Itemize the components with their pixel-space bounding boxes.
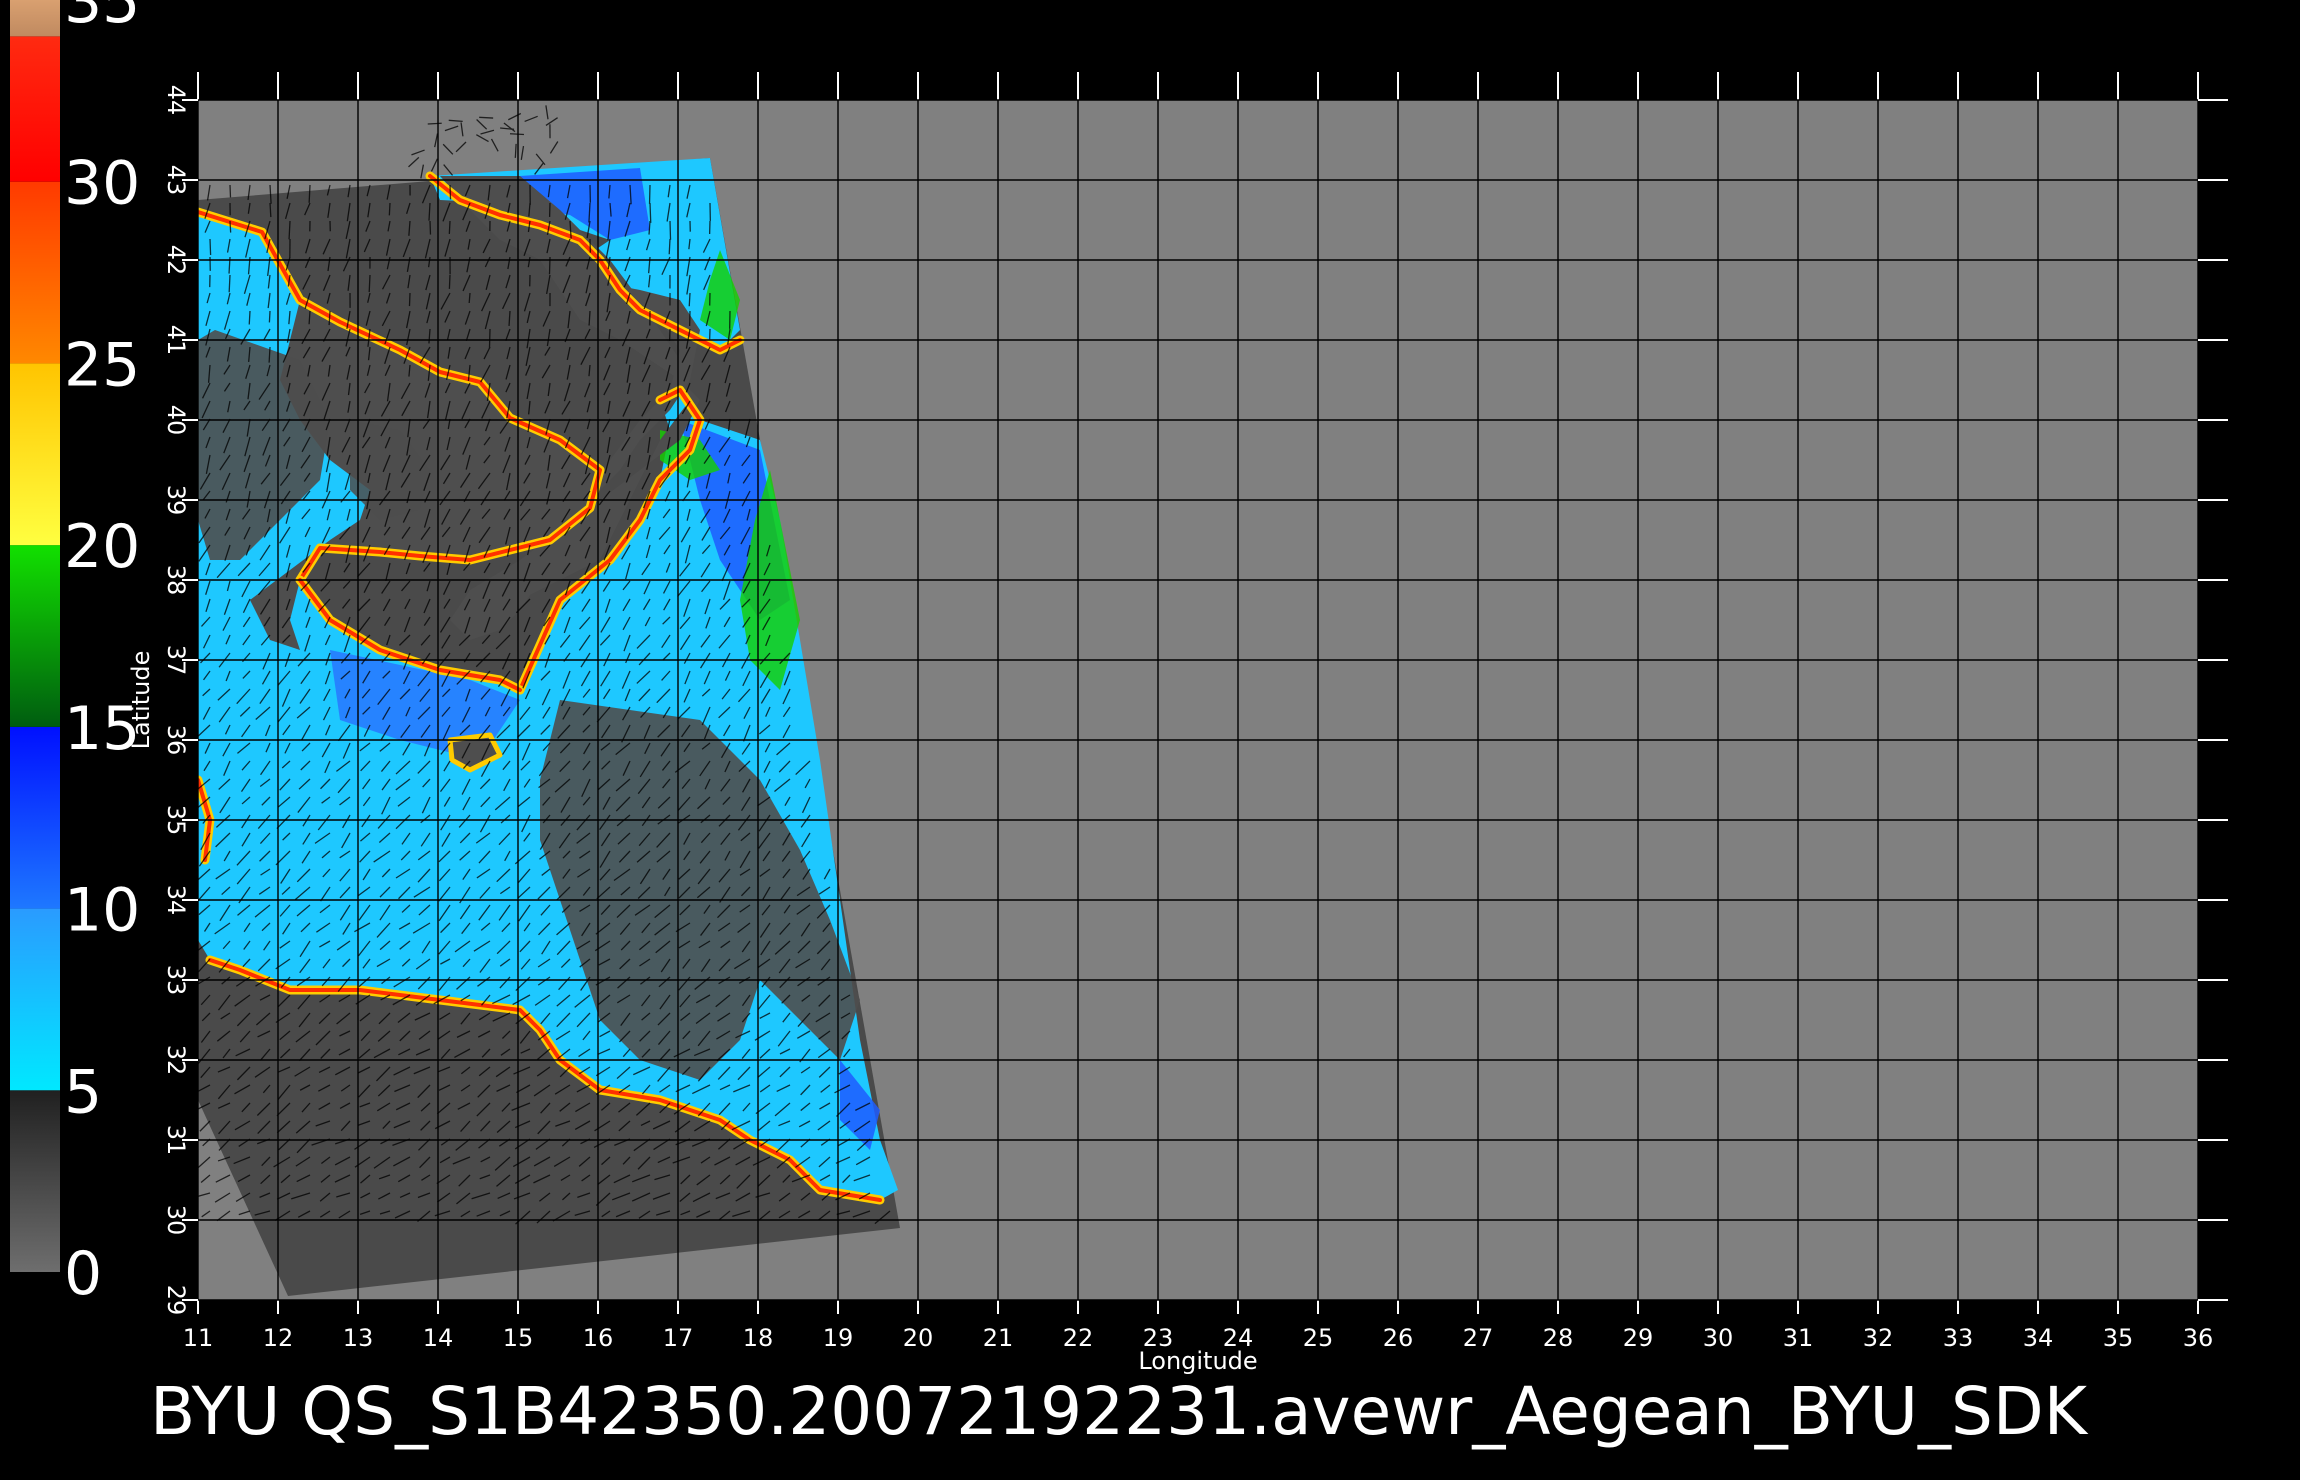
wind-vector [669,220,672,240]
colorbar-label: 10 [64,876,140,946]
longitude-tick-label: 20 [903,1324,934,1352]
wind-vector [668,238,671,255]
longitude-tick-label: 14 [423,1324,454,1352]
latitude-tick-label: 33 [162,965,190,996]
colorbar-label: 20 [64,512,140,582]
x-axis-title: Longitude [1138,1347,1257,1375]
latitude-tick-label: 31 [162,1125,190,1156]
colorbar-segment [10,726,60,909]
wind-vector [388,202,391,216]
colorbar-segment [10,36,60,182]
longitude-tick-label: 13 [343,1324,374,1352]
colorbar-segment [10,1090,60,1272]
latitude-tick-label: 36 [162,725,190,756]
colorbar-segment [10,181,60,364]
longitude-tick-label: 30 [1703,1324,1734,1352]
longitude-tick-label: 18 [743,1324,774,1352]
latitude-tick-label: 39 [162,485,190,516]
longitude-tick-label: 35 [2103,1324,2134,1352]
longitude-tick-label: 32 [1863,1324,1894,1352]
colorbar-label: 25 [64,330,140,400]
colorbar-label: 0 [64,1239,102,1309]
latitude-tick-label: 37 [162,645,190,676]
wind-vector [269,202,272,218]
longitude-tick-label: 27 [1463,1324,1494,1352]
wind-vector [448,274,451,289]
wind-vector [509,133,525,136]
latitude-tick-label: 44 [162,85,190,116]
colorbar-segment [10,908,60,1091]
latitude-tick-label: 38 [162,565,190,596]
longitude-tick-label: 22 [1063,1324,1094,1352]
longitude-tick-label: 29 [1623,1324,1654,1352]
wind-vector [268,310,271,323]
wind-vector [488,328,491,349]
latitude-tick-label: 32 [162,1045,190,1076]
wind-vector [328,310,331,326]
wind-vector [449,184,452,200]
longitude-tick-label: 17 [663,1324,694,1352]
colorbar-label: 5 [64,1057,102,1127]
longitude-tick-label: 21 [983,1324,1014,1352]
longitude-tick-label: 19 [823,1324,854,1352]
latitude-tick-label: 42 [162,245,190,276]
wind-vector [588,310,591,326]
y-axis-title: Latitude [127,651,155,750]
latitude-tick-label: 41 [162,325,190,356]
longitude-tick-label: 25 [1303,1324,1334,1352]
wind-vector [479,116,494,119]
latitude-tick-label: 40 [162,405,190,436]
colorbar-segment [10,363,60,546]
colorbar-segment [10,0,60,37]
latitude-tick-label: 34 [162,885,190,916]
colorbar [10,0,60,1272]
latitude-tick-label: 35 [162,805,190,836]
latitude-tick-label: 29 [162,1285,190,1316]
wind-vector [514,143,517,158]
wind-vector [268,346,271,363]
longitude-tick-label: 33 [1943,1324,1974,1352]
latitude-tick-label: 43 [162,165,190,196]
wind-vector [228,274,231,293]
wind-vector [427,122,442,125]
longitude-tick-label: 28 [1543,1324,1574,1352]
wind-vector [688,292,691,307]
colorbar-label: 35 [64,0,140,37]
wind-vector [308,184,311,203]
colorbar-segment [10,545,60,727]
wind-map-figure: 35 30 25 20 15 10 5 0 11 12 13 14 15 16 17 18 1… [10,0,2228,1450]
longitude-tick-label: 15 [503,1324,534,1352]
longitude-tick-label: 26 [1383,1324,1414,1352]
longitude-tick-label: 34 [2023,1324,2054,1352]
wind-vector [229,220,232,233]
wind-vector [308,310,311,325]
figure-title: BYU QS_S1B42350.20072192231.avewr_Aegean… [150,1373,2089,1450]
wind-vector [209,238,212,256]
wind-vector [408,292,411,307]
longitude-tick-label: 31 [1783,1324,1814,1352]
wind-vector [368,274,371,293]
latitude-tick-label: 30 [162,1205,190,1236]
wind-vector [468,292,471,304]
longitude-tick-label: 12 [263,1324,294,1352]
longitude-tick-label: 16 [583,1324,614,1352]
wind-vector [448,220,451,234]
wind-vector [248,310,251,325]
colorbar-label: 30 [64,149,140,219]
longitude-tick-label: 11 [183,1324,214,1352]
wind-vector [649,202,652,223]
latitude-tick-labels: 29 30 31 32 33 34 35 36 37 38 39 40 41 42 43 44 [162,85,190,1316]
longitude-tick-label: 36 [2183,1324,2214,1352]
